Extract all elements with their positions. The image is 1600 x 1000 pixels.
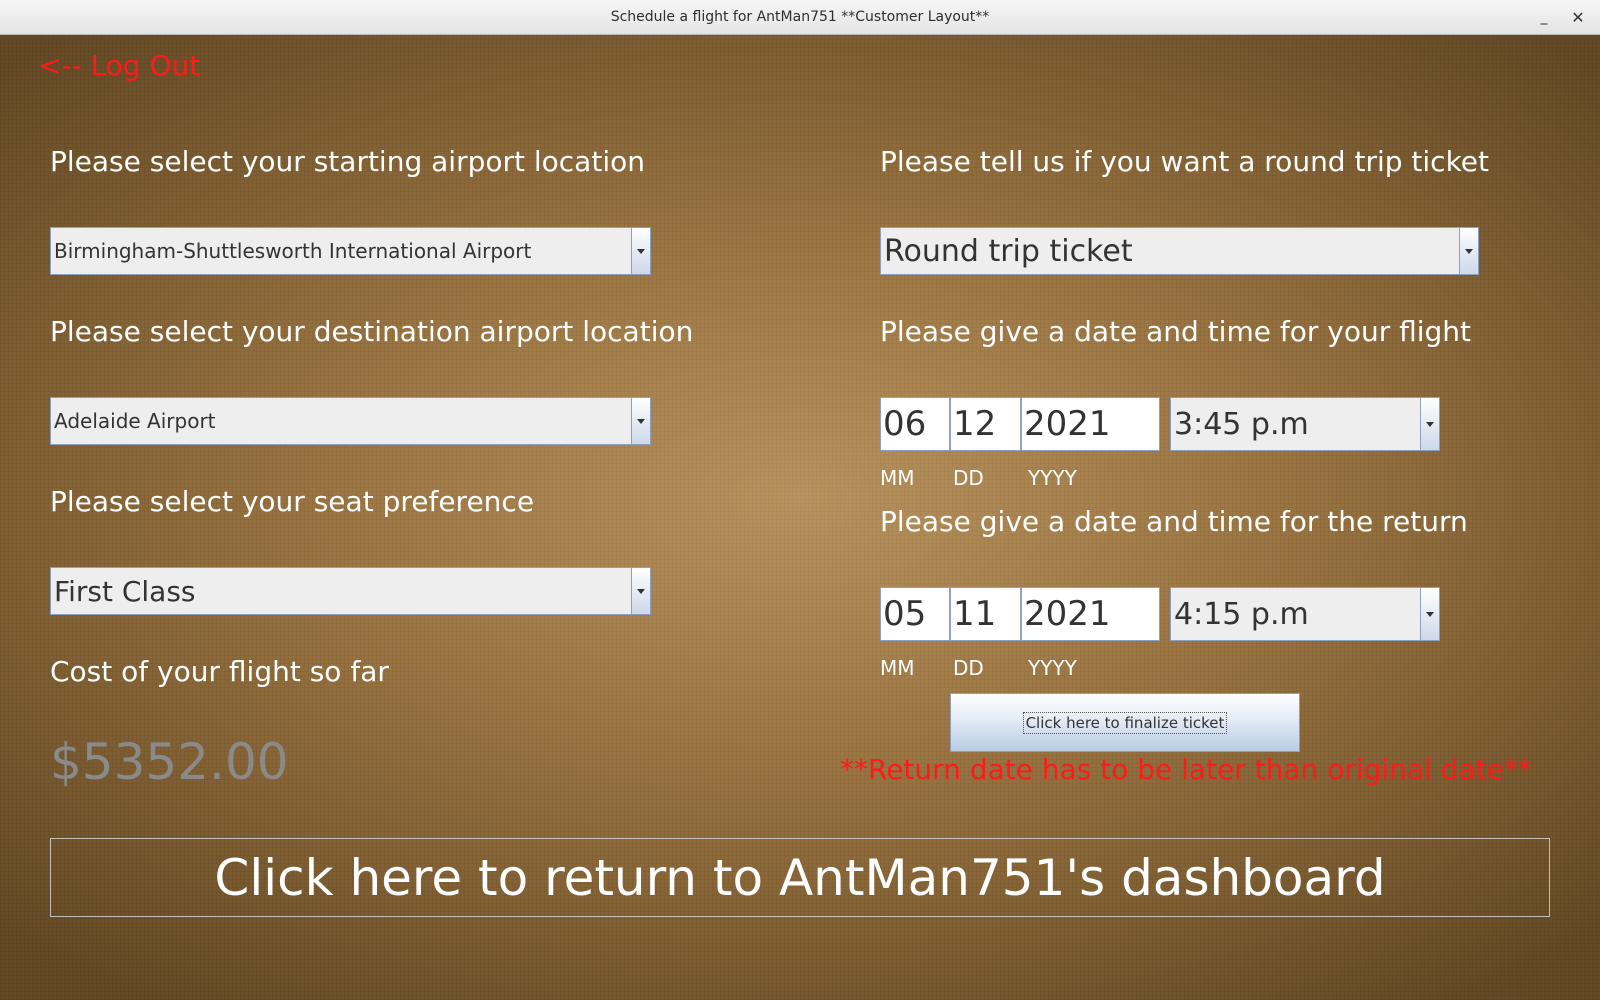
seat-preference-value: First Class [54,574,196,608]
start-airport-select[interactable]: Birmingham-Shuttlesworth International A… [50,227,651,275]
window-title: Schedule a flight for AntMan751 **Custom… [610,9,990,25]
round-trip-select[interactable]: Round trip ticket [880,227,1479,275]
title-bar: Schedule a flight for AntMan751 **Custom… [0,0,1600,35]
destination-airport-value: Adelaide Airport [54,409,216,433]
departure-day-caption: DD [953,466,984,490]
chevron-down-icon[interactable] [1420,588,1439,640]
return-time-select[interactable]: 4:15 p.m [1170,587,1440,641]
chevron-down-icon[interactable] [1420,398,1439,450]
departure-datetime-label: Please give a date and time for your fli… [880,315,1472,348]
app-window: Schedule a flight for AntMan751 **Custom… [0,0,1600,1000]
chevron-down-icon[interactable] [631,568,650,614]
seat-preference-select[interactable]: First Class [50,567,651,615]
return-day-field[interactable]: 11 [950,587,1021,641]
start-airport-label: Please select your starting airport loca… [50,145,645,178]
return-day-caption: DD [953,656,984,680]
start-airport-value: Birmingham-Shuttlesworth International A… [54,239,532,263]
departure-day-field[interactable]: 12 [950,397,1021,451]
return-month-field[interactable]: 05 [880,587,950,641]
seat-preference-label: Please select your seat preference [50,485,535,518]
minimize-button[interactable]: _ [1532,0,1556,35]
departure-time-value: 3:45 p.m [1174,406,1309,442]
return-datetime-label: Please give a date and time for the retu… [880,505,1468,538]
departure-month-field[interactable]: 06 [880,397,950,451]
chevron-down-icon[interactable] [631,228,650,274]
round-trip-label: Please tell us if you want a round trip … [880,145,1489,178]
round-trip-value: Round trip ticket [884,233,1133,269]
close-button[interactable]: ✕ [1566,0,1590,35]
main-panel: <-- Log Out Please select your starting … [0,35,1600,1000]
return-to-dashboard-button[interactable]: Click here to return to AntMan751's dash… [50,838,1550,917]
finalize-ticket-button[interactable]: Click here to finalize ticket [950,693,1300,752]
departure-month-caption: MM [880,466,915,490]
return-year-caption: YYYY [1028,656,1077,680]
departure-year-field[interactable]: 2021 [1021,397,1160,451]
chevron-down-icon[interactable] [1459,228,1478,274]
departure-year-caption: YYYY [1028,466,1077,490]
finalize-ticket-label: Click here to finalize ticket [1022,711,1228,734]
departure-time-select[interactable]: 3:45 p.m [1170,397,1440,451]
destination-airport-label: Please select your destination airport l… [50,315,694,348]
chevron-down-icon[interactable] [631,398,650,444]
return-year-field[interactable]: 2021 [1021,587,1160,641]
destination-airport-select[interactable]: Adelaide Airport [50,397,651,445]
return-time-value: 4:15 p.m [1174,596,1309,632]
logout-link[interactable]: <-- Log Out [38,49,200,82]
return-month-caption: MM [880,656,915,680]
return-date-error: **Return date has to be later than origi… [840,753,1532,786]
cost-label: Cost of your flight so far [50,655,389,688]
cost-value: $5352.00 [50,733,289,791]
